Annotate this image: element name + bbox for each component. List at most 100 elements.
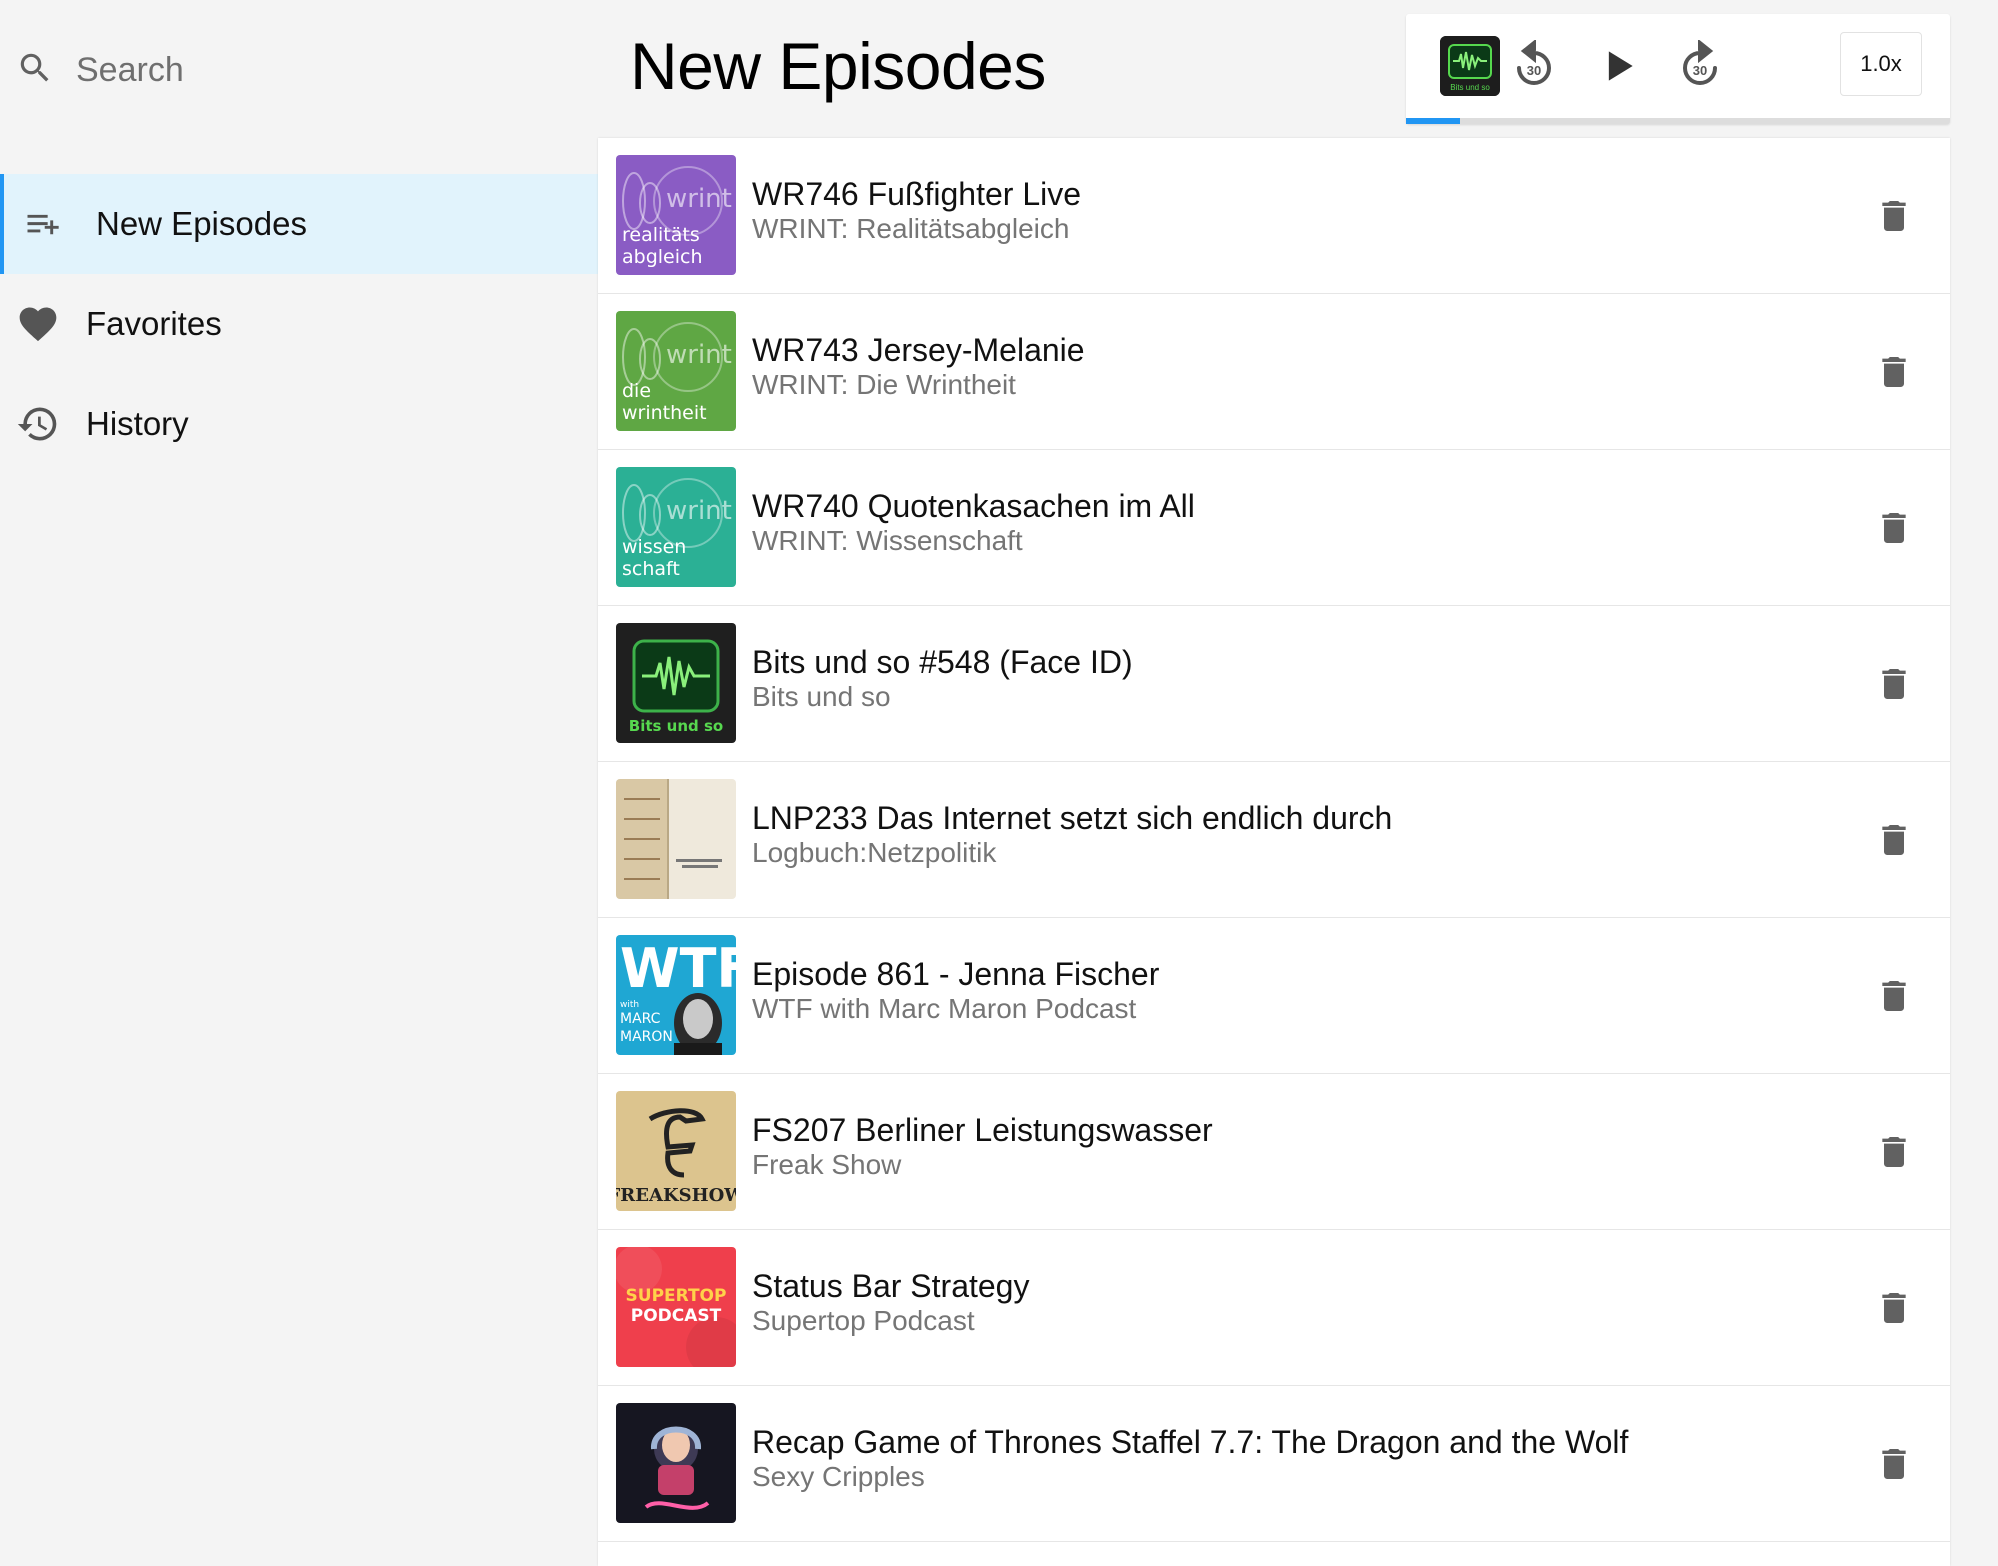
art-text-line: die bbox=[622, 380, 651, 402]
art-logo-text: wrint bbox=[666, 184, 732, 214]
art-logo-text: wrint bbox=[666, 496, 732, 526]
art-text-line: with bbox=[620, 1000, 639, 1010]
delete-episode-button[interactable] bbox=[1870, 1128, 1918, 1176]
episode-artwork: SUPERTOP PODCAST bbox=[616, 1247, 736, 1367]
art-text-line: schaft bbox=[622, 558, 680, 580]
skip-back-button[interactable]: 30 bbox=[1506, 38, 1562, 94]
episode-info: Recap Game of Thrones Staffel 7.7: The D… bbox=[752, 1424, 1628, 1494]
episode-row[interactable]: wrint realitäts abgleich WR746 Fußfighter L… bbox=[598, 138, 1950, 294]
episode-row[interactable]: Recap Game of Thrones Staffel 7.7: The D… bbox=[598, 1386, 1950, 1542]
sidebar-item-favorites[interactable]: Favorites bbox=[0, 274, 598, 374]
episode-podcast-name: Logbuch:Netzpolitik bbox=[752, 837, 997, 868]
page-title: New Episodes bbox=[630, 29, 1046, 103]
episode-info: Status Bar Strategy Supertop Podcast bbox=[752, 1268, 1029, 1338]
sidebar-item-history[interactable]: History bbox=[0, 374, 598, 474]
episode-info: LNP233 Das Internet setzt sich endlich d… bbox=[752, 800, 1392, 870]
episode-title[interactable]: Episode 861 - Jenna Fischer bbox=[752, 956, 1159, 992]
episode-row[interactable]: WTF with MARC MARON Episode 861 - Jenna Fisc… bbox=[598, 918, 1950, 1074]
art-text-line: MARC bbox=[620, 1011, 661, 1027]
episode-info: WR746 Fußfighter Live WRINT: Realitätsabg… bbox=[752, 176, 1081, 246]
episode-podcast-name: Supertop Podcast bbox=[752, 1305, 975, 1336]
search-icon bbox=[16, 49, 54, 92]
delete-episode-button[interactable] bbox=[1870, 504, 1918, 552]
art-logo-text: WTF bbox=[620, 937, 736, 1000]
episode-row[interactable]: wrint wissen schaft WR740 Quotenkasachen im… bbox=[598, 450, 1950, 606]
delete-episode-button[interactable] bbox=[1870, 660, 1918, 708]
episode-info: FS207 Berliner Leistungswasser Freak Show bbox=[752, 1112, 1213, 1182]
trash-icon bbox=[1882, 1293, 1906, 1323]
sidebar-item-label: New Episodes bbox=[96, 205, 307, 242]
trash-icon bbox=[1882, 357, 1906, 387]
sidebar-item-label: History bbox=[86, 405, 189, 442]
episode-title[interactable]: WR746 Fußfighter Live bbox=[752, 176, 1081, 212]
playback-speed-button[interactable]: 1.0x bbox=[1840, 32, 1922, 96]
delete-episode-button[interactable] bbox=[1870, 348, 1918, 396]
trash-icon bbox=[1882, 825, 1906, 855]
trash-icon bbox=[1882, 513, 1906, 543]
episode-podcast-name: Bits und so bbox=[752, 681, 891, 712]
episode-row[interactable]: Bits und so Bits und so #548 (Face ID) Bit… bbox=[598, 606, 1950, 762]
delete-episode-button[interactable] bbox=[1870, 972, 1918, 1020]
play-icon bbox=[1608, 51, 1633, 81]
forward-30-icon: 30 bbox=[1683, 40, 1717, 85]
episode-artwork: Bits und so bbox=[616, 623, 736, 743]
heart-icon bbox=[16, 302, 60, 346]
art-logo-text: FREAKSHOW bbox=[616, 1185, 736, 1206]
episode-podcast-name: Freak Show bbox=[752, 1149, 902, 1180]
delete-episode-button[interactable] bbox=[1870, 816, 1918, 864]
episode-title[interactable]: Bits und so #548 (Face ID) bbox=[752, 644, 1133, 680]
art-text-line: SUPERTOP bbox=[626, 1286, 727, 1306]
trash-icon bbox=[1882, 1449, 1906, 1479]
play-button[interactable] bbox=[1590, 38, 1646, 94]
now-playing-artwork[interactable]: Bits und so bbox=[1440, 36, 1500, 96]
episode-title[interactable]: Status Bar Strategy bbox=[752, 1268, 1029, 1304]
playback-progress-bar[interactable] bbox=[1406, 118, 1461, 124]
episode-artwork: wrint realitäts abgleich bbox=[616, 155, 736, 275]
delete-episode-button[interactable] bbox=[1870, 1440, 1918, 1488]
skip-forward-seconds: 30 bbox=[1693, 63, 1707, 78]
replay-30-icon: 30 bbox=[1517, 40, 1551, 85]
episode-row[interactable]: FREAKSHOW FS207 Berliner LeistungswasserF… bbox=[598, 1074, 1950, 1230]
episode-podcast-name: WTF with Marc Maron Podcast bbox=[752, 993, 1137, 1024]
episode-podcast-name: WRINT: Realitätsabgleich bbox=[752, 213, 1070, 244]
skip-forward-button[interactable]: 30 bbox=[1672, 38, 1728, 94]
episode-artwork: wrint wissen schaft bbox=[616, 467, 736, 587]
history-icon bbox=[16, 402, 60, 446]
trash-icon bbox=[1882, 1137, 1906, 1167]
episode-row[interactable]: SUPERTOP PODCAST Status Bar Strategy Supert… bbox=[598, 1230, 1950, 1386]
search-input[interactable] bbox=[76, 50, 556, 90]
episode-row[interactable]: wrint die wrintheit WR743 Jersey-Melanie WRI… bbox=[598, 294, 1950, 450]
episode-info: WR743 Jersey-Melanie WRINT: Die Wrintheit bbox=[752, 332, 1085, 402]
search-bar[interactable] bbox=[16, 44, 576, 96]
trash-icon bbox=[1882, 981, 1906, 1011]
player-bar: Bits und so 30 30 1.0x bbox=[1406, 14, 1950, 124]
episode-info: Bits und so #548 (Face ID) Bits und so bbox=[752, 644, 1133, 714]
delete-episode-button[interactable] bbox=[1870, 192, 1918, 240]
episode-row[interactable]: LNP233 Das Internet setzt sich endlich d… bbox=[598, 762, 1950, 918]
sidebar: New Episodes Favorites History bbox=[0, 0, 598, 1566]
episode-title[interactable]: WR743 Jersey-Melanie bbox=[752, 332, 1085, 368]
episode-artwork: WTF with MARC MARON bbox=[616, 935, 736, 1055]
now-playing-art-label: Bits und so bbox=[1450, 83, 1490, 92]
art-text-line: MARON bbox=[620, 1029, 673, 1045]
art-text-line: realitäts bbox=[622, 224, 700, 246]
art-text-line: Bits und so bbox=[629, 717, 723, 735]
episode-title[interactable]: FS207 Berliner Leistungswasser bbox=[752, 1112, 1213, 1148]
episode-artwork bbox=[616, 1403, 736, 1523]
skip-back-seconds: 30 bbox=[1527, 63, 1541, 78]
sidebar-item-new-episodes[interactable]: New Episodes bbox=[0, 174, 598, 274]
sidebar-item-label: Favorites bbox=[86, 305, 222, 342]
art-text-line: wissen bbox=[622, 536, 686, 558]
episode-info: Episode 861 - Jenna Fischer WTF with Marc… bbox=[752, 956, 1159, 1026]
episode-artwork bbox=[616, 779, 736, 899]
trash-icon bbox=[1882, 201, 1906, 231]
episode-title[interactable]: Recap Game of Thrones Staffel 7.7: The D… bbox=[752, 1424, 1628, 1460]
delete-episode-button[interactable] bbox=[1870, 1284, 1918, 1332]
art-logo-text: wrint bbox=[666, 340, 732, 370]
episode-title[interactable]: LNP233 Das Internet setzt sich endlich d… bbox=[752, 800, 1392, 836]
episode-podcast-name: Sexy Cripples bbox=[752, 1461, 925, 1492]
episode-info: WR740 Quotenkasachen im All WRINT: Wissen… bbox=[752, 488, 1195, 558]
episode-title[interactable]: WR740 Quotenkasachen im All bbox=[752, 488, 1195, 524]
episode-podcast-name: WRINT: Die Wrintheit bbox=[752, 369, 1016, 400]
playlist-add-icon bbox=[22, 202, 66, 246]
